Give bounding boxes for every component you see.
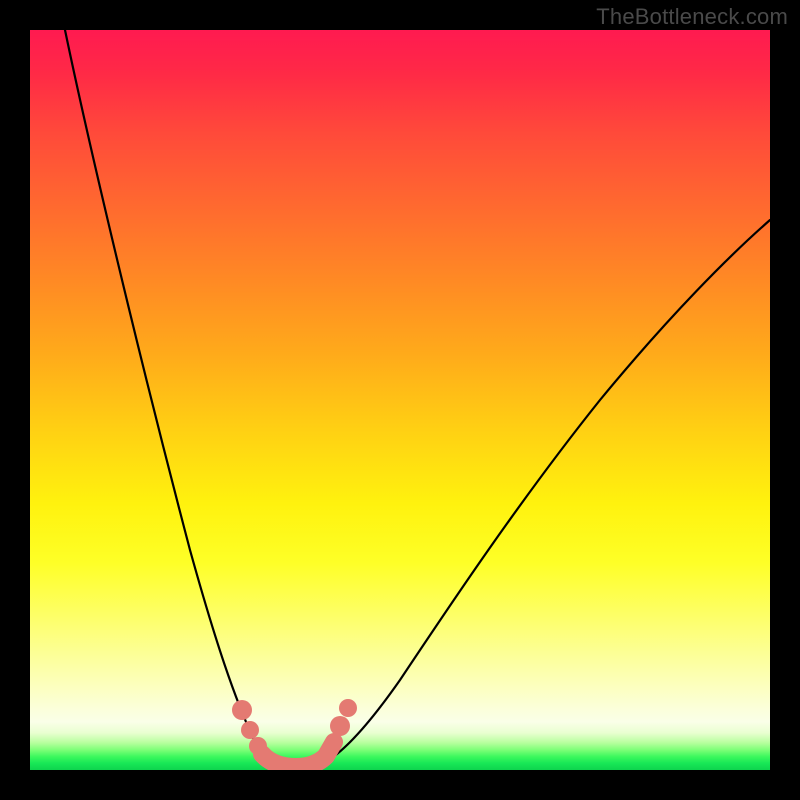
chart-frame: TheBottleneck.com [0,0,800,800]
curve-right [322,220,770,764]
plot-area [30,30,770,770]
watermark-text: TheBottleneck.com [596,4,788,30]
curve-layer [30,30,770,770]
optimal-zone-marker [232,699,357,767]
curve-left [65,30,280,766]
